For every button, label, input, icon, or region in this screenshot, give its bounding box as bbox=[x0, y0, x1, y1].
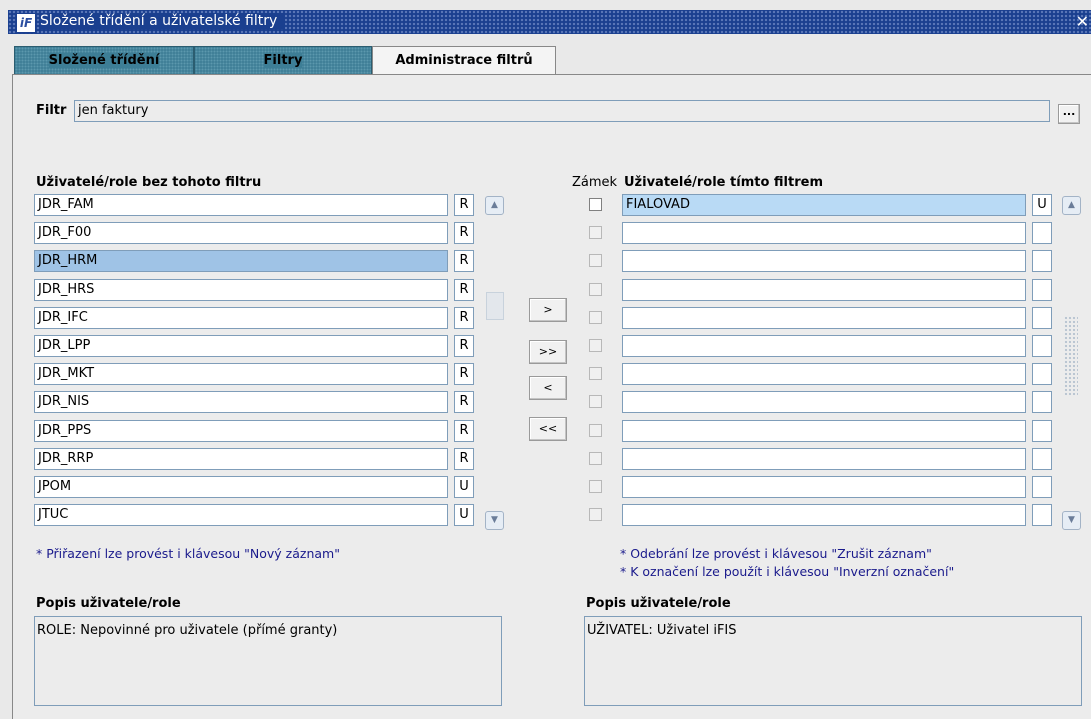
left-list-item-type[interactable]: R bbox=[454, 448, 474, 470]
lock-checkbox[interactable] bbox=[589, 367, 602, 380]
filter-lookup-button[interactable]: ... bbox=[1058, 104, 1080, 124]
left-list-item[interactable]: JDR_FAM bbox=[34, 194, 448, 216]
scroll-down-icon[interactable]: ▼ bbox=[485, 511, 504, 530]
scroll-up-icon[interactable]: ▲ bbox=[485, 196, 504, 215]
left-list-item[interactable]: JDR_IFC bbox=[34, 307, 448, 329]
right-list-item-type[interactable] bbox=[1032, 307, 1052, 329]
move-all-left-button[interactable]: << bbox=[529, 417, 567, 441]
filter-label: Filtr bbox=[36, 103, 67, 118]
tab-filtry[interactable]: Filtry bbox=[194, 46, 372, 74]
lock-checkbox[interactable] bbox=[589, 339, 602, 352]
left-list-item-type[interactable]: R bbox=[454, 222, 474, 244]
right-list-item-type[interactable] bbox=[1032, 476, 1052, 498]
tab-label: Administrace filtrů bbox=[395, 53, 533, 68]
left-list-item-type[interactable]: U bbox=[454, 476, 474, 498]
right-list-item[interactable] bbox=[622, 420, 1026, 442]
right-list-item[interactable] bbox=[622, 222, 1026, 244]
left-list-item[interactable]: JDR_F00 bbox=[34, 222, 448, 244]
scrollbar-track[interactable] bbox=[1064, 316, 1078, 396]
left-list-item[interactable]: JDR_LPP bbox=[34, 335, 448, 357]
lock-checkbox[interactable] bbox=[589, 424, 602, 437]
left-list-item[interactable]: JDR_RRP bbox=[34, 448, 448, 470]
move-all-right-button[interactable]: >> bbox=[529, 340, 567, 364]
right-list-item[interactable] bbox=[622, 504, 1026, 526]
window-titlebar: iF Složené třídění a uživatelské filtry … bbox=[8, 10, 1091, 34]
right-list-item[interactable] bbox=[622, 391, 1026, 413]
right-list-item-type[interactable] bbox=[1032, 279, 1052, 301]
right-list-note-invert: * K označení lze použít i klávesou "Inve… bbox=[620, 564, 955, 579]
scroll-down-icon[interactable]: ▼ bbox=[1062, 511, 1081, 530]
oracle-forms-icon: iF bbox=[16, 13, 36, 33]
tab-slozene-trideni[interactable]: Složené třídění bbox=[14, 46, 194, 74]
close-icon[interactable]: ✕ bbox=[1076, 12, 1089, 31]
right-list-item-type[interactable] bbox=[1032, 504, 1052, 526]
right-list-item[interactable] bbox=[622, 363, 1026, 385]
left-list-item-type[interactable]: R bbox=[454, 335, 474, 357]
right-list-item-type[interactable] bbox=[1032, 391, 1052, 413]
right-list-item[interactable] bbox=[622, 476, 1026, 498]
left-list-item-type[interactable]: R bbox=[454, 279, 474, 301]
right-list-note-remove: * Odebrání lze provést i klávesou "Zruši… bbox=[620, 546, 932, 561]
right-list-item[interactable] bbox=[622, 307, 1026, 329]
right-list-item[interactable] bbox=[622, 335, 1026, 357]
left-list-item-type[interactable]: U bbox=[454, 504, 474, 526]
lock-column-header: Zámek bbox=[572, 175, 618, 190]
lock-checkbox[interactable] bbox=[589, 283, 602, 296]
lock-checkbox[interactable] bbox=[589, 480, 602, 493]
left-list-item[interactable]: JDR_HRM bbox=[34, 250, 448, 272]
lock-checkbox[interactable] bbox=[589, 508, 602, 521]
lock-checkbox[interactable] bbox=[589, 452, 602, 465]
left-list-item-type[interactable]: R bbox=[454, 194, 474, 216]
window-title: Složené třídění a uživatelské filtry bbox=[40, 13, 286, 29]
lock-checkbox[interactable] bbox=[589, 311, 602, 324]
left-list-item[interactable]: JDR_MKT bbox=[34, 363, 448, 385]
left-list-item-type[interactable]: R bbox=[454, 250, 474, 272]
right-list-item-type[interactable]: U bbox=[1032, 194, 1052, 216]
tab-label: Filtry bbox=[263, 53, 303, 68]
right-list-item-type[interactable] bbox=[1032, 335, 1052, 357]
move-left-button[interactable]: < bbox=[529, 376, 567, 400]
tab-label: Složené třídění bbox=[48, 53, 160, 68]
left-list-item-type[interactable]: R bbox=[454, 363, 474, 385]
right-list-item-type[interactable] bbox=[1032, 363, 1052, 385]
left-desc-label: Popis uživatele/role bbox=[36, 596, 181, 611]
right-list-item-type[interactable] bbox=[1032, 222, 1052, 244]
lock-checkbox[interactable] bbox=[589, 226, 602, 239]
lock-checkbox[interactable] bbox=[589, 198, 602, 211]
right-desc-field[interactable]: UŽIVATEL: Uživatel iFIS bbox=[584, 616, 1082, 706]
right-list-header: Uživatelé/role tímto filtrem bbox=[624, 175, 823, 190]
right-list-item[interactable] bbox=[622, 448, 1026, 470]
left-list-item-type[interactable]: R bbox=[454, 391, 474, 413]
left-list-header: Uživatelé/role bez tohoto filtru bbox=[36, 175, 262, 190]
lock-checkbox[interactable] bbox=[589, 395, 602, 408]
scrollbar-thumb[interactable] bbox=[486, 292, 504, 320]
right-list-item-type[interactable] bbox=[1032, 448, 1052, 470]
left-list-item[interactable]: JTUC bbox=[34, 504, 448, 526]
right-list-item-type[interactable] bbox=[1032, 420, 1052, 442]
filter-field[interactable]: jen faktury bbox=[74, 100, 1050, 122]
left-desc-field[interactable]: ROLE: Nepovinné pro uživatele (přímé gra… bbox=[34, 616, 502, 706]
right-list-item[interactable] bbox=[622, 279, 1026, 301]
left-list-item[interactable]: JPOM bbox=[34, 476, 448, 498]
left-list-item[interactable]: JDR_PPS bbox=[34, 420, 448, 442]
right-list-item[interactable]: FIALOVAD bbox=[622, 194, 1026, 216]
left-list-item[interactable]: JDR_HRS bbox=[34, 279, 448, 301]
tab-administrace-filtru[interactable]: Administrace filtrů bbox=[372, 46, 556, 76]
right-list-item-type[interactable] bbox=[1032, 250, 1052, 272]
lock-checkbox[interactable] bbox=[589, 254, 602, 267]
left-list-item[interactable]: JDR_NIS bbox=[34, 391, 448, 413]
right-desc-label: Popis uživatele/role bbox=[586, 596, 731, 611]
left-list-note: * Přiřazení lze provést i klávesou "Nový… bbox=[36, 546, 340, 561]
scroll-up-icon[interactable]: ▲ bbox=[1062, 196, 1081, 215]
left-list-item-type[interactable]: R bbox=[454, 420, 474, 442]
left-list-item-type[interactable]: R bbox=[454, 307, 474, 329]
move-right-button[interactable]: > bbox=[529, 298, 567, 322]
right-list-item[interactable] bbox=[622, 250, 1026, 272]
